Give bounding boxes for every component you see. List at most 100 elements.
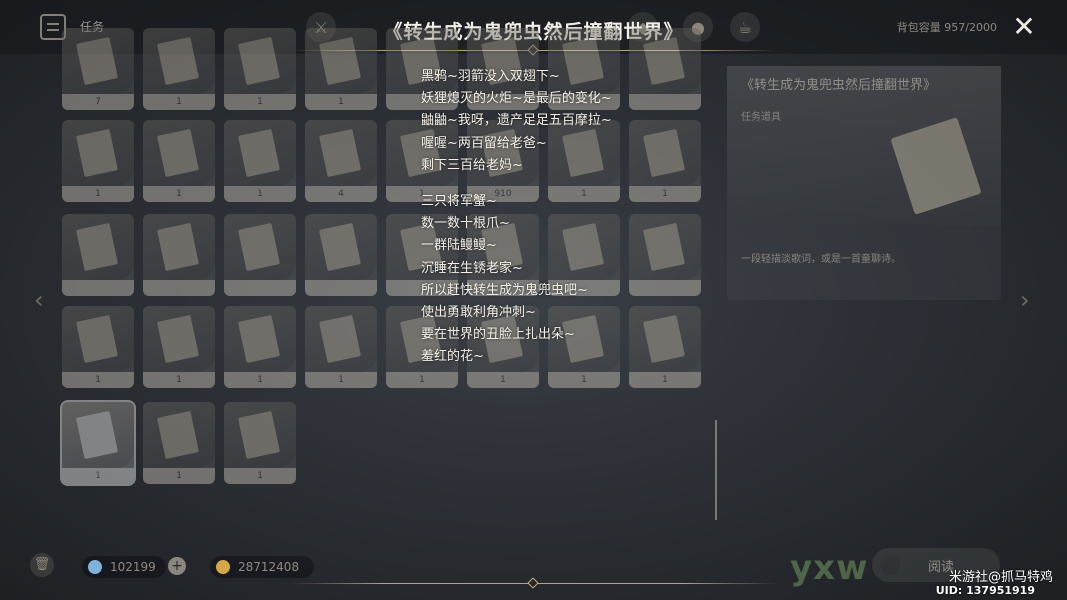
item-thumbnail xyxy=(143,28,215,94)
item-document-icon xyxy=(238,128,280,178)
item-thumbnail xyxy=(62,402,134,468)
poem-line: 三只将军蟹~ xyxy=(421,194,497,210)
poem-text: 黑鸦~羽箭没入双翅下~ 妖狸熄灭的火炬~是最后的变化~ 鼬鼬~我呀，遗产足足五百… xyxy=(421,66,721,383)
item-document-icon xyxy=(319,314,361,364)
scrollbar[interactable] xyxy=(715,420,717,520)
poem-line: 鼬鼬~我呀，遗产足足五百摩拉~ xyxy=(421,113,612,129)
item-thumbnail xyxy=(224,402,296,468)
primogem-value: 102199 xyxy=(110,560,156,574)
inventory-slot[interactable]: 1 xyxy=(224,402,296,484)
trash-icon[interactable]: 🗑 xyxy=(30,553,54,577)
item-count: 7 xyxy=(62,94,134,110)
inventory-slot[interactable]: 1 xyxy=(60,400,136,486)
item-count: 1 xyxy=(305,372,377,388)
item-count: 1 xyxy=(62,372,134,388)
mora-icon xyxy=(216,560,230,574)
item-thumbnail xyxy=(224,306,296,372)
poem-stanza-1: 黑鸦~羽箭没入双翅下~ 妖狸熄灭的火炬~是最后的变化~ 鼬鼬~我呀，遗产足足五百… xyxy=(421,66,721,177)
mora-value: 28712408 xyxy=(238,560,300,574)
poem-line: 所以赶快转生成为鬼兜虫吧~ xyxy=(421,282,588,298)
poem-line: 数一数十根爪~ xyxy=(421,216,510,232)
item-count: 1 xyxy=(62,186,134,202)
inventory-slot[interactable]: 1 xyxy=(224,28,296,110)
item-document-icon xyxy=(238,410,280,460)
poem-line: 沉睡在生锈老家~ xyxy=(421,260,523,276)
item-document-icon xyxy=(319,36,361,86)
primogem-icon xyxy=(88,560,102,574)
item-count: 4 xyxy=(305,186,377,202)
inventory-slot[interactable] xyxy=(62,214,134,296)
item-document-icon xyxy=(238,222,280,272)
item-count: 1 xyxy=(143,186,215,202)
item-thumbnail xyxy=(305,306,377,372)
item-document-icon xyxy=(157,36,199,86)
item-name: 《转生成为鬼兜虫然后撞翻世界》 xyxy=(741,78,937,93)
watermark-source: 米游社@抓马特鸡 xyxy=(948,570,1053,585)
item-description: 一段轻描淡歌词，或是一首童聊诗。 xyxy=(741,254,901,265)
poem-line: 使出勇敢利角冲刺~ xyxy=(421,305,536,321)
item-count xyxy=(62,280,134,296)
chevron-right-icon[interactable]: › xyxy=(1020,286,1030,314)
item-thumbnail xyxy=(62,306,134,372)
poem-line: 要在世界的丑脸上扎出朵~ xyxy=(421,327,575,343)
item-count: 1 xyxy=(305,94,377,110)
item-document-icon xyxy=(76,128,118,178)
inventory-slot[interactable]: 1 xyxy=(224,120,296,202)
poem-line: 妖狸熄灭的火炬~是最后的变化~ xyxy=(421,91,612,107)
item-document-icon xyxy=(238,36,280,86)
add-primogem-button[interactable]: + xyxy=(168,557,186,575)
item-document-icon xyxy=(76,222,118,272)
inventory-slot[interactable]: 1 xyxy=(305,28,377,110)
inventory-slot[interactable]: 1 xyxy=(143,402,215,484)
item-count: 1 xyxy=(224,468,296,484)
inventory-slot[interactable]: 1 xyxy=(62,120,134,202)
item-document-icon xyxy=(157,222,199,272)
site-watermark-logo: yxw xyxy=(790,548,869,588)
item-document-icon xyxy=(157,128,199,178)
inventory-slot[interactable]: 1 xyxy=(224,306,296,388)
item-thumbnail xyxy=(62,120,134,186)
chevron-left-icon[interactable]: ‹ xyxy=(34,286,44,314)
read-icon xyxy=(880,555,900,575)
inventory-slot[interactable]: 1 xyxy=(143,120,215,202)
inventory-slot[interactable]: 1 xyxy=(305,306,377,388)
inventory-slot[interactable]: 1 xyxy=(143,306,215,388)
item-document-icon xyxy=(238,314,280,364)
item-document-icon xyxy=(76,36,118,86)
poem-line: 喔喔~两百留给老爸~ xyxy=(421,135,547,151)
item-count: 1 xyxy=(143,372,215,388)
item-thumbnail xyxy=(143,306,215,372)
item-count: 1 xyxy=(224,372,296,388)
poem-line: 剩下三百给老妈~ xyxy=(421,157,523,173)
item-document-icon xyxy=(76,314,118,364)
item-count xyxy=(143,280,215,296)
inventory-slot[interactable]: 7 xyxy=(62,28,134,110)
item-thumbnail xyxy=(143,214,215,280)
item-document-icon xyxy=(157,410,199,460)
inventory-slot[interactable]: 1 xyxy=(143,28,215,110)
item-document-icon xyxy=(157,314,199,364)
inventory-slot[interactable]: 4 xyxy=(305,120,377,202)
item-thumbnail xyxy=(305,120,377,186)
inventory-slot[interactable]: 1 xyxy=(62,306,134,388)
inventory-slot[interactable] xyxy=(224,214,296,296)
item-count: 1 xyxy=(143,94,215,110)
item-count: 1 xyxy=(143,468,215,484)
poem-line: 黑鸦~羽箭没入双翅下~ xyxy=(421,69,560,84)
item-count xyxy=(305,280,377,296)
item-thumbnail xyxy=(224,214,296,280)
item-thumbnail xyxy=(224,28,296,94)
inventory-slot[interactable] xyxy=(305,214,377,296)
item-detail-panel: 《转生成为鬼兜虫然后撞翻世界》 任务道具 一段轻描淡歌词，或是一首童聊诗。 xyxy=(727,66,1001,300)
item-thumbnail xyxy=(62,28,134,94)
item-document-icon xyxy=(76,410,118,460)
inventory-slot[interactable] xyxy=(143,214,215,296)
item-thumbnail xyxy=(305,214,377,280)
poem-stanza-2: 三只将军蟹~ 数一数十根爪~ 一群陆鳗鳗~ 沉睡在生锈老家~ 所以赶快转生成为鬼… xyxy=(421,191,721,369)
item-count xyxy=(224,280,296,296)
item-type: 任务道具 xyxy=(741,112,781,123)
watermark-uid: UID: 137951919 xyxy=(935,584,1035,597)
item-document-icon xyxy=(319,222,361,272)
item-thumbnail xyxy=(224,120,296,186)
item-thumbnail xyxy=(62,214,134,280)
